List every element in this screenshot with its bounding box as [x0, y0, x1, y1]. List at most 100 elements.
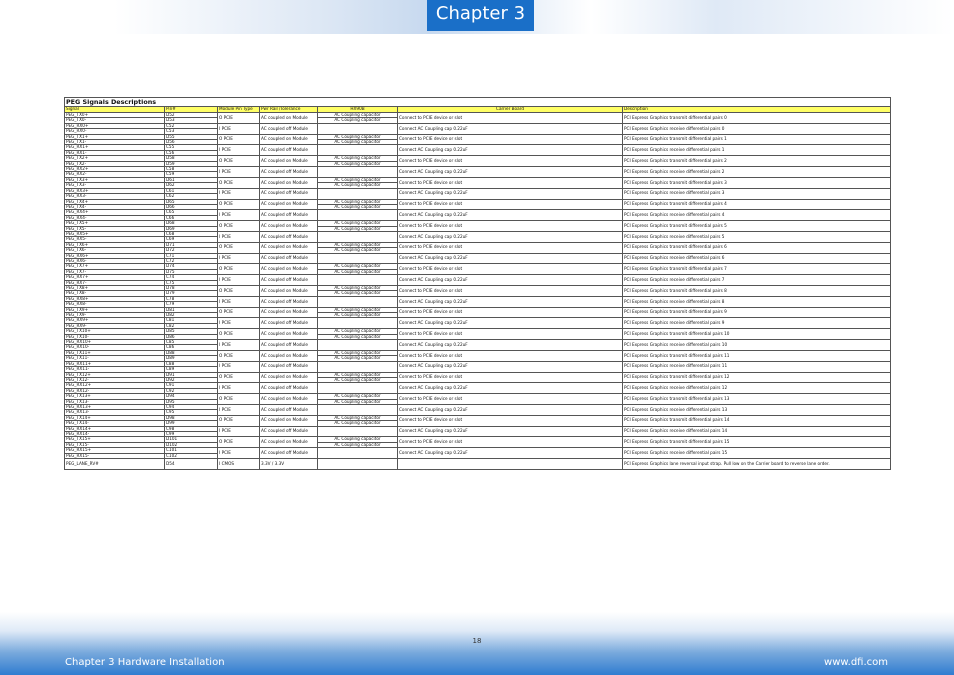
tolerance-cell: AC coupled on Module: [259, 371, 318, 384]
signal-name-cell: PEG_LANE_RV#: [64, 458, 165, 470]
carrier-board-cell: Connect to PCIE device or slot: [397, 349, 623, 362]
pin-type-cell: I CMOS: [217, 458, 260, 470]
description-cell: PCI Express Graphics transmit differenti…: [621, 155, 892, 168]
carrier-board-cell: Connect to PCIE device or slot: [397, 285, 623, 297]
tolerance-cell: AC coupled on Module: [259, 133, 318, 146]
tolerance-cell: AC coupled off Module: [259, 166, 318, 178]
pin-type-cell: O PCIE: [217, 176, 260, 189]
tolerance-cell: AC coupled off Module: [259, 382, 318, 395]
footer-website: www.dfi.com: [824, 657, 888, 668]
peg-signals-table-container: PEG Signals Descriptions Signal Pin# Mod…: [63, 97, 892, 470]
pin-type-cell: I PCIE: [217, 295, 260, 308]
hx90b-cell: [317, 230, 398, 243]
tolerance-cell: AC coupled on Module: [259, 241, 318, 254]
hx90b-cell: [317, 166, 398, 178]
hx90b-cell: [317, 339, 398, 351]
carrier-board-cell: Connect AC Coupling cap 0.22uF: [397, 382, 623, 395]
description-cell: PCI Express Graphics receive differentia…: [621, 317, 892, 330]
pin-type-cell: O PCIE: [217, 328, 260, 341]
tolerance-cell: AC coupled on Module: [259, 328, 318, 341]
carrier-board-cell: Connect to PCIE device or slot: [397, 414, 623, 427]
carrier-board-cell: Connect AC Coupling cap 0.22uF: [397, 295, 623, 308]
tolerance-cell: AC coupled on Module: [259, 436, 318, 449]
description-cell: PCI Express Graphics transmit differenti…: [621, 393, 892, 405]
tolerance-cell: AC coupled on Module: [259, 393, 318, 405]
description-cell: PCI Express Graphics transmit differenti…: [621, 371, 892, 384]
carrier-board-cell: Connect AC Coupling cap 0.22uF: [397, 317, 623, 330]
description-cell: PCI Express Graphics receive differentia…: [621, 187, 892, 200]
pin-type-cell: O PCIE: [217, 414, 260, 427]
description-cell: PCI Express Graphics transmit differenti…: [621, 241, 892, 254]
pin-type-cell: I PCIE: [217, 425, 260, 438]
carrier-board-cell: [397, 458, 623, 470]
tolerance-cell: AC coupled on Module: [259, 198, 318, 211]
tolerance-cell: AC coupled off Module: [259, 274, 318, 286]
description-cell: PCI Express Graphics receive differentia…: [621, 382, 892, 395]
tolerance-cell: AC coupled off Module: [259, 209, 318, 222]
table-row: PEG_LANE_RV# D54 I CMOS 3.3V / 3.3V PCI Expr…: [64, 458, 892, 470]
carrier-board-cell: Connect AC Coupling cap 0.22uF: [397, 209, 623, 222]
pin-type-cell: I PCIE: [217, 252, 260, 265]
hx90b-cell: [317, 317, 398, 330]
pin-type-cell: I PCIE: [217, 122, 260, 135]
pin-type-cell: I PCIE: [217, 209, 260, 222]
carrier-board-cell: Connect AC Coupling cap 0.22uF: [397, 447, 623, 459]
hx90b-cell: [317, 122, 398, 135]
tolerance-cell: AC coupled on Module: [259, 176, 318, 189]
tolerance-cell: AC coupled on Module: [259, 306, 318, 319]
pin-type-cell: O PCIE: [217, 133, 260, 146]
tolerance-cell: AC coupled off Module: [259, 317, 318, 330]
carrier-board-cell: Connect AC Coupling cap 0.22uF: [397, 339, 623, 351]
pin-type-cell: I PCIE: [217, 144, 260, 157]
hx90b-cell: [317, 274, 398, 286]
carrier-board-cell: Connect to PCIE device or slot: [397, 241, 623, 254]
pin-type-cell: I PCIE: [217, 382, 260, 395]
pin-type-cell: I PCIE: [217, 230, 260, 243]
description-cell: PCI Express Graphics transmit differenti…: [621, 133, 892, 146]
hx90b-cell: [317, 209, 398, 222]
carrier-board-cell: Connect to PCIE device or slot: [397, 133, 623, 146]
tolerance-cell: AC coupled off Module: [259, 339, 318, 351]
description-cell: PCI Express Graphics receive differentia…: [621, 339, 892, 351]
pin-type-cell: O PCIE: [217, 285, 260, 297]
hx90b-cell: [317, 458, 398, 470]
description-cell: PCI Express Graphics transmit differenti…: [621, 176, 892, 189]
description-cell: PCI Express Graphics receive differentia…: [621, 295, 892, 308]
pin-type-cell: I PCIE: [217, 166, 260, 178]
tolerance-cell: AC coupled off Module: [259, 295, 318, 308]
hx90b-cell: [317, 144, 398, 157]
description-cell: PCI Express Graphics transmit differenti…: [621, 306, 892, 319]
pin-type-cell: I PCIE: [217, 447, 260, 459]
page-number: 18: [472, 637, 482, 645]
carrier-board-cell: Connect AC Coupling cap 0.22uF: [397, 425, 623, 438]
carrier-board-cell: Connect to PCIE device or slot: [397, 220, 623, 232]
pin-type-cell: O PCIE: [217, 393, 260, 405]
hx90b-cell: [317, 295, 398, 308]
carrier-board-cell: Connect AC Coupling cap 0.22uF: [397, 144, 623, 157]
description-cell: PCI Express Graphics transmit differenti…: [621, 414, 892, 427]
description-cell: PCI Express Graphics transmit differenti…: [621, 328, 892, 341]
description-cell: PCI Express Graphics transmit differenti…: [621, 198, 892, 211]
description-cell: PCI Express Graphics receive differentia…: [621, 122, 892, 135]
description-cell: PCI Express Graphics receive differentia…: [621, 403, 892, 416]
pin-type-cell: O PCIE: [217, 263, 260, 276]
pin-type-cell: O PCIE: [217, 306, 260, 319]
hx90b-cell: [317, 252, 398, 265]
carrier-board-cell: Connect AC Coupling cap 0.22uF: [397, 230, 623, 243]
pin-type-cell: I PCIE: [217, 274, 260, 286]
pin-type-cell: O PCIE: [217, 155, 260, 168]
carrier-board-cell: Connect AC Coupling cap 0.22uF: [397, 122, 623, 135]
carrier-board-cell: Connect to PCIE device or slot: [397, 112, 623, 124]
peg-signals-table: PEG Signals Descriptions Signal Pin# Mod…: [63, 97, 892, 470]
tolerance-cell: AC coupled off Module: [259, 425, 318, 438]
pin-type-cell: O PCIE: [217, 349, 260, 362]
description-cell: PCI Express Graphics receive differentia…: [621, 144, 892, 157]
tolerance-cell: AC coupled off Module: [259, 360, 318, 373]
carrier-board-cell: Connect AC Coupling cap 0.22uF: [397, 166, 623, 178]
carrier-board-cell: Connect to PCIE device or slot: [397, 306, 623, 319]
description-cell: PCI Express Graphics receive differentia…: [621, 447, 892, 459]
chapter-tab: Chapter 3: [427, 0, 534, 31]
tolerance-cell: 3.3V / 3.3V: [259, 458, 318, 470]
table-title: PEG Signals Descriptions: [63, 97, 892, 107]
pin-type-cell: O PCIE: [217, 436, 260, 449]
